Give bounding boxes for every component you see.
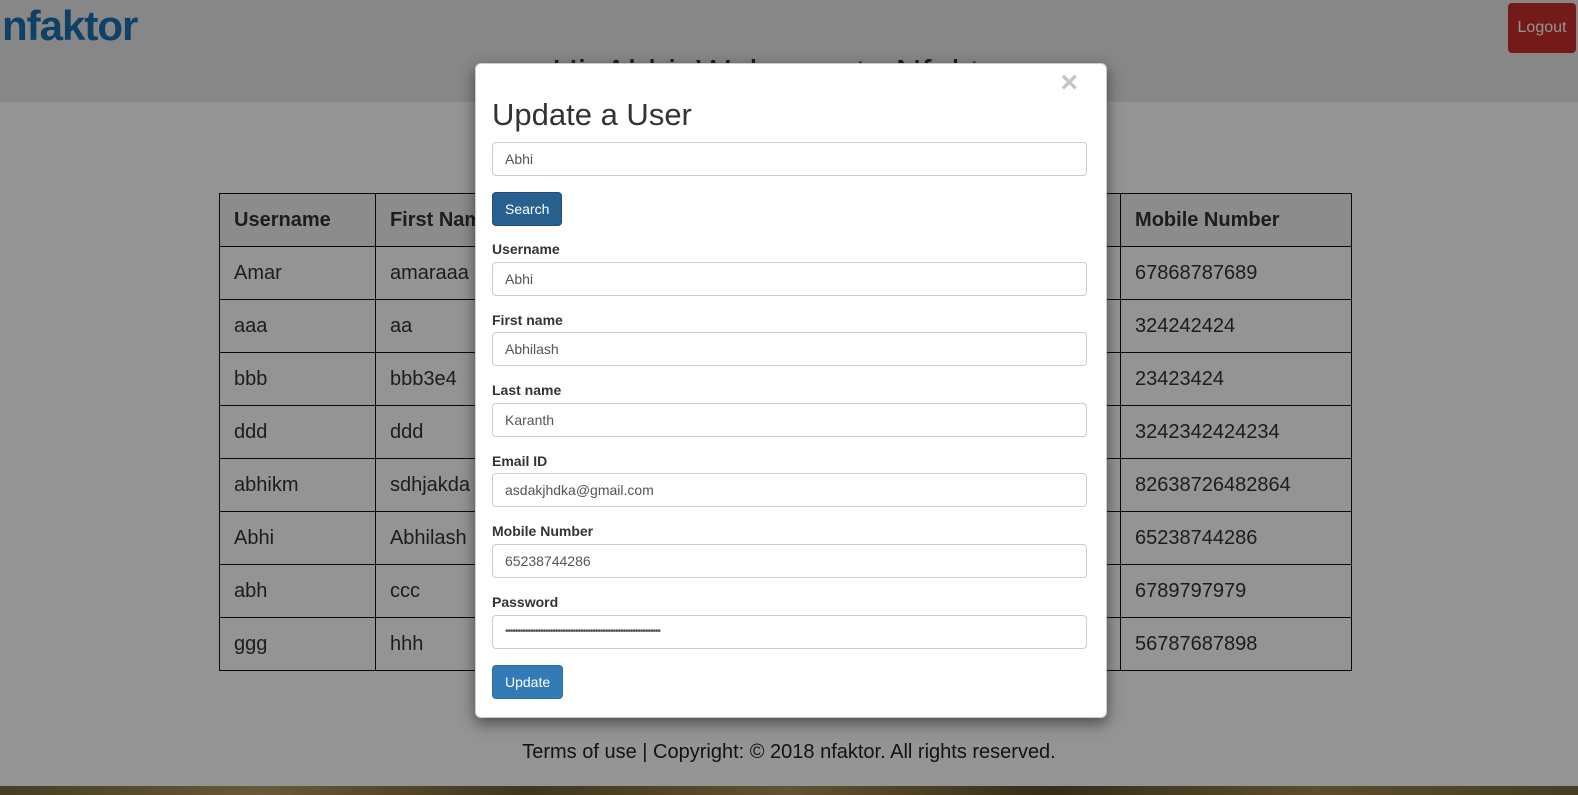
first-name-label: First name — [492, 312, 563, 328]
email-field[interactable]: asdakjhdka@gmail.com — [492, 473, 1087, 507]
password-label: Password — [492, 594, 559, 610]
search-button[interactable]: Search — [492, 192, 562, 226]
username-field[interactable]: Abhi — [492, 262, 1087, 296]
mobile-number-field[interactable]: 65238744286 — [492, 544, 1087, 578]
password-field[interactable]: ••••••••••••••••••••••••••••••••••••••••… — [492, 615, 1087, 649]
first-name-field[interactable]: Abhilash — [492, 332, 1087, 366]
modal-title: Update a User — [492, 97, 692, 132]
mobile-number-label: Mobile Number — [492, 523, 594, 539]
close-icon[interactable]: × — [1060, 68, 1078, 98]
username-label: Username — [492, 241, 560, 257]
update-button[interactable]: Update — [492, 665, 563, 699]
update-user-modal: × Update a User Abhi Search Username Abh… — [475, 63, 1107, 718]
search-input[interactable]: Abhi — [492, 142, 1087, 176]
last-name-field[interactable]: Karanth — [492, 403, 1087, 437]
last-name-label: Last name — [492, 382, 562, 398]
email-label: Email ID — [492, 453, 548, 469]
